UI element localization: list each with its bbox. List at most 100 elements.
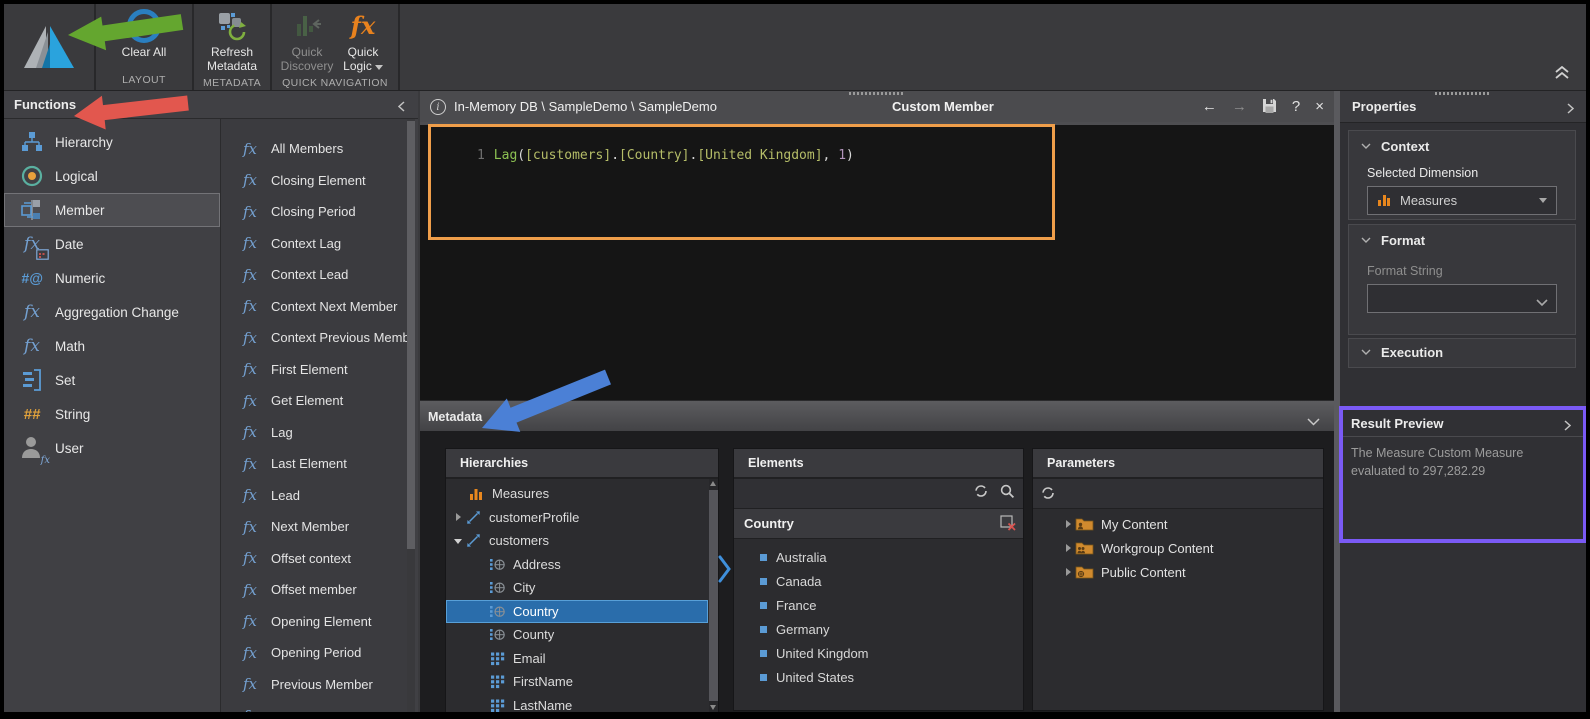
quick-logic-label: Quick Logic xyxy=(336,45,390,74)
close-button[interactable]: × xyxy=(1315,99,1324,114)
code-token: , xyxy=(822,148,839,163)
clear-all-button[interactable]: Clear All xyxy=(111,7,177,71)
element-list-item[interactable]: United Kingdom xyxy=(734,641,1023,665)
app-logo[interactable] xyxy=(4,4,96,90)
hierarchy-item-label: County xyxy=(513,627,555,643)
selected-dimension-dropdown[interactable]: Measures xyxy=(1367,186,1557,215)
hierarchy-tree-row[interactable]: Country xyxy=(446,599,708,623)
function-list-item[interactable]: fx xyxy=(221,700,407,712)
selected-dimension-value: Measures xyxy=(1400,193,1458,208)
hierarchies-scrollbar-thumb[interactable] xyxy=(709,490,718,701)
hierarchy-tree-row[interactable]: County xyxy=(446,623,708,647)
function-list-item[interactable]: fx All Members xyxy=(221,133,407,165)
parameter-tree-row[interactable]: Workgroup Content xyxy=(1033,536,1323,560)
back-button[interactable]: ← xyxy=(1202,99,1217,114)
function-list-item[interactable]: fx Context Previous Member xyxy=(221,322,407,354)
scroll-down-arrow[interactable] xyxy=(710,705,716,710)
function-list-item[interactable]: fx Previous Member xyxy=(221,669,407,701)
element-bullet-icon xyxy=(760,649,767,657)
execution-section-header[interactable]: Execution xyxy=(1349,339,1575,360)
elements-search-button[interactable] xyxy=(1000,484,1015,504)
hierarchy-tree-row[interactable]: FirstName xyxy=(446,670,708,694)
parameter-tree-row[interactable]: My Content xyxy=(1033,512,1323,536)
scroll-up-arrow[interactable] xyxy=(710,481,716,486)
elements-refresh-button[interactable] xyxy=(974,484,988,503)
metadata-section-bar[interactable]: Metadata xyxy=(420,400,1334,432)
function-list-item[interactable]: fx Offset member xyxy=(221,574,407,606)
function-category-row[interactable]: fx Aggregation Change xyxy=(4,295,220,329)
forward-button[interactable]: → xyxy=(1232,99,1247,114)
function-category-row[interactable]: Hierarchy xyxy=(4,125,220,159)
clear-selection-button[interactable] xyxy=(1000,515,1017,535)
function-category-row[interactable]: Logical xyxy=(4,159,220,193)
metadata-collapse-button[interactable] xyxy=(1307,413,1320,431)
formula-code-line[interactable]: 1 Lag([customers].[Country].[United Kingd… xyxy=(430,133,854,178)
collapse-properties-button[interactable] xyxy=(1567,101,1575,119)
refresh-metadata-button[interactable]: Refresh Metadata xyxy=(199,7,265,74)
function-list-item[interactable]: fx Closing Period xyxy=(221,196,407,228)
quick-logic-button[interactable]: fx Quick Logic xyxy=(336,7,390,74)
tree-expander-icon[interactable] xyxy=(450,537,466,544)
format-section-header[interactable]: Format xyxy=(1349,225,1575,248)
parameters-refresh-button[interactable] xyxy=(1041,486,1055,505)
quick-logic-icon: fx xyxy=(350,11,376,40)
hierarchy-tree-row[interactable]: customers xyxy=(446,529,708,553)
function-list-item[interactable]: fx Context Lag xyxy=(221,228,407,260)
function-category-row[interactable]: fx Math xyxy=(4,329,220,363)
function-list-item[interactable]: fx Last Element xyxy=(221,448,407,480)
functions-scrollbar[interactable] xyxy=(407,119,415,712)
tree-expander-icon[interactable] xyxy=(1061,520,1075,528)
function-list-item[interactable]: fx Lead xyxy=(221,480,407,512)
function-list-item[interactable]: fx Get Element xyxy=(221,385,407,417)
hierarchies-tree: Measures customerProfile customers Addre… xyxy=(446,479,708,712)
tree-expander-icon[interactable] xyxy=(1061,568,1075,576)
hierarchy-tree-row[interactable]: Measures xyxy=(446,482,708,506)
function-list-item[interactable]: fx Closing Element xyxy=(221,165,407,197)
element-label: Canada xyxy=(776,573,822,589)
hierarchy-tree-row[interactable]: Address xyxy=(446,553,708,577)
function-list-item[interactable]: fx Offset context xyxy=(221,543,407,575)
properties-panel: Properties Context Selected Dimension Me… xyxy=(1340,91,1586,712)
function-category-row[interactable]: ## String xyxy=(4,397,220,431)
collapse-ribbon-button[interactable] xyxy=(1554,65,1570,84)
element-list-item[interactable]: Canada xyxy=(734,569,1023,593)
hierarchies-scrollbar[interactable] xyxy=(709,479,718,712)
function-category-row[interactable]: Set xyxy=(4,363,220,397)
function-list-item[interactable]: fx Lag xyxy=(221,417,407,449)
element-list-item[interactable]: United States xyxy=(734,665,1023,689)
help-button[interactable]: ? xyxy=(1292,99,1300,114)
hierarchy-tree-row[interactable]: LastName xyxy=(446,694,708,712)
function-category-row[interactable]: #@ Numeric xyxy=(4,261,220,295)
function-list-item[interactable]: fx Next Member xyxy=(221,511,407,543)
parameter-tree-row[interactable]: Public Content xyxy=(1033,560,1323,584)
tree-expander-icon[interactable] xyxy=(1061,544,1075,552)
function-list-item[interactable]: fx Context Next Member xyxy=(221,291,407,323)
hierarchy-tree-row[interactable]: customerProfile xyxy=(446,506,708,530)
hierarchy-item-label: Country xyxy=(513,603,559,619)
hierarchy-tree-row[interactable]: Email xyxy=(446,647,708,671)
function-category-row[interactable]: Member xyxy=(4,193,220,227)
function-list-item[interactable]: fx Opening Period xyxy=(221,637,407,669)
function-list-item[interactable]: fx Opening Element xyxy=(221,606,407,638)
function-list-item[interactable]: fx Context Lead xyxy=(221,259,407,291)
element-list-item[interactable]: Germany xyxy=(734,617,1023,641)
save-button[interactable] xyxy=(1262,98,1277,116)
expand-elements-chevron[interactable] xyxy=(718,555,731,588)
function-category-row[interactable]: fx Date xyxy=(4,227,220,261)
format-string-dropdown[interactable] xyxy=(1367,284,1557,313)
quick-discovery-label: Quick Discovery xyxy=(280,45,334,74)
element-list-item[interactable]: France xyxy=(734,593,1023,617)
context-section-header[interactable]: Context xyxy=(1349,131,1575,154)
info-icon[interactable]: i xyxy=(430,99,446,115)
expand-result-preview-button[interactable] xyxy=(1564,418,1572,436)
hierarchy-tree-row[interactable]: City xyxy=(446,576,708,600)
properties-grip-handle[interactable] xyxy=(1435,92,1491,95)
formula-editor[interactable]: 1 Lag([customers].[Country].[United Kingd… xyxy=(420,122,1334,400)
element-list-item[interactable]: Australia xyxy=(734,545,1023,569)
function-list-item[interactable]: fx First Element xyxy=(221,354,407,386)
collapse-functions-panel-button[interactable] xyxy=(397,99,406,117)
function-category-row[interactable]: fx User xyxy=(4,431,220,466)
tree-expander-icon[interactable] xyxy=(450,513,466,521)
functions-scrollbar-thumb[interactable] xyxy=(407,121,415,549)
function-category-icon xyxy=(19,163,45,189)
